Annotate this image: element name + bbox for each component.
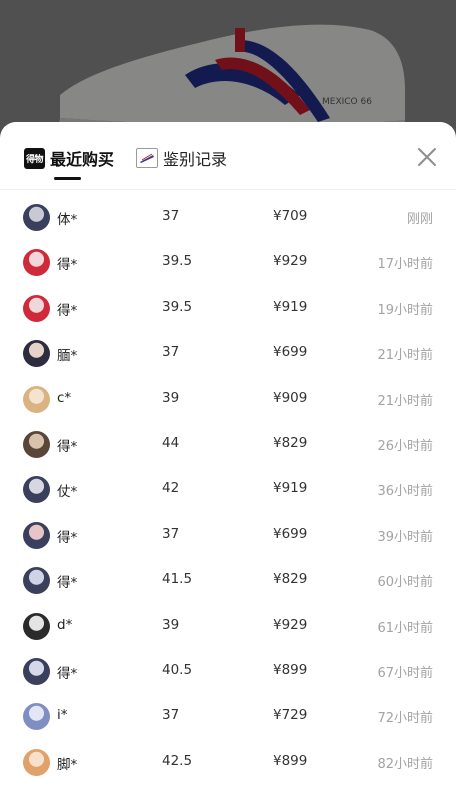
purchase-time: 21小时前 <box>377 393 433 409</box>
avatar[interactable] <box>23 612 50 640</box>
purchase-price: ¥899 <box>273 661 308 678</box>
dewu-logo-icon: 得物 <box>24 147 45 169</box>
shoe-size: 44 <box>162 434 180 451</box>
purchase-price: ¥909 <box>273 389 308 406</box>
avatar[interactable] <box>23 430 50 458</box>
purchase-price: ¥709 <box>273 208 308 224</box>
purchase-time: 刚刚 <box>406 212 433 227</box>
buyer-name: 得* <box>57 665 78 682</box>
purchase-row: 仗* 42 ¥919 36小时前 <box>0 467 456 512</box>
tab-authentication-records[interactable]: 鉴别记录 <box>136 146 227 170</box>
buyer-name: d* <box>57 616 73 633</box>
purchase-price: ¥729 <box>273 707 308 724</box>
avatar[interactable] <box>23 476 50 504</box>
buyer-name: 体* <box>57 212 78 228</box>
buyer-name: c* <box>57 389 72 406</box>
shoe-size: 41.5 <box>162 571 193 588</box>
shoe-size: 42 <box>162 480 180 497</box>
shoe-size: 39.5 <box>162 253 193 270</box>
purchase-time: 36小时前 <box>377 484 433 500</box>
purchase-time: 26小时前 <box>377 438 433 454</box>
purchase-row: i* 37 ¥729 72小时前 <box>0 694 456 739</box>
purchase-price: ¥929 <box>273 616 308 633</box>
recent-purchases-sheet: 得物 最近购买 鉴别记录 体* 37 ¥709 刚刚 得* 39.5 ¥929 17小时前 得*… <box>0 122 456 800</box>
avatar[interactable] <box>23 385 50 413</box>
purchase-time: 17小时前 <box>377 257 433 273</box>
purchase-price: ¥829 <box>273 571 308 588</box>
purchase-time: 82小时前 <box>377 756 433 772</box>
avatar[interactable] <box>23 521 50 549</box>
purchase-row: 得* 44 ¥829 26小时前 <box>0 422 456 467</box>
buyer-name: 仗* <box>57 484 78 501</box>
purchase-row: 得* 41.5 ¥829 60小时前 <box>0 558 456 603</box>
buyer-name: 得* <box>57 302 78 319</box>
purchase-row: 得* 37 ¥699 39小时前 <box>0 513 456 558</box>
tab-bar: 得物 最近购买 鉴别记录 <box>0 122 456 190</box>
purchase-time: 19小时前 <box>377 302 433 318</box>
certificate-icon <box>136 148 158 168</box>
purchase-row: 脚* 42.5 ¥899 82小时前 <box>0 740 456 785</box>
avatar[interactable] <box>23 340 50 368</box>
buyer-name: 得* <box>57 438 78 455</box>
purchase-price: ¥699 <box>273 525 308 542</box>
shoe-size: 37 <box>162 344 180 361</box>
purchase-price: ¥699 <box>273 344 308 361</box>
tab-recent-purchases-label: 最近购买 <box>50 150 115 169</box>
shoe-size: 37 <box>162 707 180 724</box>
purchase-row: 得* 40.5 ¥899 67小时前 <box>0 649 456 694</box>
tab-recent-purchases[interactable]: 得物 最近购买 <box>24 146 114 170</box>
avatar[interactable] <box>23 294 50 322</box>
avatar[interactable] <box>23 748 50 776</box>
purchase-row: 得* 39.5 ¥929 17小时前 <box>0 240 456 285</box>
purchase-price: ¥919 <box>273 298 308 315</box>
purchase-row: 得* 39.5 ¥919 19小时前 <box>0 286 456 331</box>
purchase-row: 体* 37 ¥709 刚刚 <box>0 195 456 240</box>
buyer-name: 脚* <box>57 756 78 773</box>
avatar[interactable] <box>23 249 50 277</box>
shoe-size: 40.5 <box>162 661 193 678</box>
purchase-price: ¥829 <box>273 434 308 451</box>
buyer-name: 得* <box>57 529 78 546</box>
purchase-row: c* 39 ¥909 21小时前 <box>0 377 456 422</box>
purchase-time: 67小时前 <box>377 665 433 681</box>
shoe-size: 39 <box>162 616 180 633</box>
active-tab-indicator <box>54 177 81 180</box>
purchase-price: ¥929 <box>273 253 308 270</box>
buyer-name: 得* <box>57 575 78 592</box>
purchase-time: 39小时前 <box>377 529 433 545</box>
buyer-name: i* <box>57 707 68 724</box>
purchase-time: 72小时前 <box>377 711 433 727</box>
purchase-row: d* 39 ¥929 61小时前 <box>0 604 456 649</box>
buyer-name: 腼* <box>57 348 78 365</box>
buyer-name: 得* <box>57 257 78 274</box>
purchase-time: 61小时前 <box>377 620 433 636</box>
shoe-size: 39.5 <box>162 298 193 315</box>
purchase-list: 体* 37 ¥709 刚刚 得* 39.5 ¥929 17小时前 得* 39.5 ¥919 19小时前… <box>0 195 456 785</box>
purchase-price: ¥919 <box>273 480 308 497</box>
avatar[interactable] <box>23 567 50 595</box>
purchase-row: 腼* 37 ¥699 21小时前 <box>0 331 456 376</box>
tab-authentication-records-label: 鉴别记录 <box>163 150 228 169</box>
shoe-size: 37 <box>162 208 180 224</box>
shoe-size: 42.5 <box>162 752 193 769</box>
shoe-size: 37 <box>162 525 180 542</box>
purchase-time: 60小时前 <box>377 575 433 591</box>
avatar[interactable] <box>23 204 50 231</box>
avatar[interactable] <box>23 657 50 685</box>
close-icon[interactable] <box>416 146 438 168</box>
purchase-price: ¥899 <box>273 752 308 769</box>
shoe-size: 39 <box>162 389 180 406</box>
avatar[interactable] <box>23 703 50 731</box>
purchase-time: 21小时前 <box>377 348 433 364</box>
